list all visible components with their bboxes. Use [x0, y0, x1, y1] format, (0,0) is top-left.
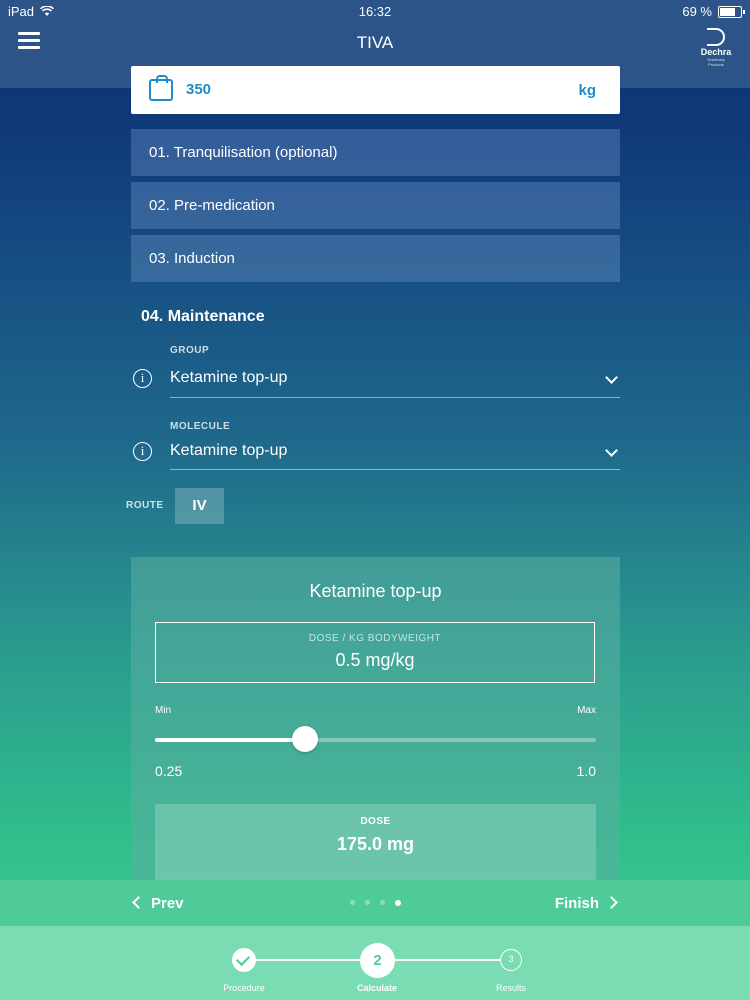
slider-min-label: Min — [155, 705, 172, 716]
battery-icon — [718, 5, 745, 18]
dose-card: Ketamine top-up DOSE / KG BODYWEIGHT 0.5… — [131, 557, 620, 880]
slider-thumb[interactable] — [291, 726, 318, 752]
stepper-line — [256, 959, 360, 961]
group-info-icon[interactable]: i — [133, 369, 152, 388]
slider-max-value: 1.0 — [576, 763, 596, 779]
chevron-left-icon — [132, 896, 145, 909]
finish-button[interactable]: Finish — [554, 895, 618, 912]
weight-unit: kg — [578, 82, 596, 99]
route-label: ROUTE — [126, 500, 164, 511]
dose-per-kg-field[interactable]: DOSE / KG BODYWEIGHT 0.5 mg/kg — [155, 622, 595, 683]
weight-value[interactable]: 350 — [186, 81, 211, 98]
logo-text: Dechra — [700, 47, 732, 57]
dose-slider[interactable] — [155, 726, 596, 752]
status-time: 16:32 — [358, 4, 392, 19]
molecule-info-icon[interactable]: i — [133, 442, 152, 461]
progress-stepper: 2 3 Procedure Calculate Results — [0, 926, 750, 1000]
step-procedure-label: Procedure — [223, 983, 265, 993]
step-calculate-circle[interactable]: 2 — [360, 943, 395, 978]
stepper-line — [395, 959, 500, 961]
page-indicator — [350, 900, 401, 906]
prev-button[interactable]: Prev — [132, 895, 184, 912]
check-icon — [235, 951, 251, 967]
step-label: 03. Induction — [149, 250, 235, 267]
card-title: Ketamine top-up — [309, 581, 442, 601]
step-induction[interactable]: 03. Induction — [131, 235, 620, 282]
slider-max-label: Max — [577, 705, 596, 716]
page-dot — [395, 900, 401, 906]
page-title: TIVA — [356, 33, 394, 52]
scale-icon — [149, 75, 173, 101]
section-title-maintenance: 04. Maintenance — [141, 308, 265, 325]
prev-label: Prev — [151, 895, 184, 912]
group-select[interactable]: Ketamine top-up — [170, 364, 620, 398]
dechra-logo[interactable]: Dechra Veterinary Products — [700, 28, 732, 67]
dose-result: DOSE 175.0 mg — [155, 804, 596, 880]
page-dot — [350, 900, 355, 905]
molecule-select[interactable]: Ketamine top-up — [170, 437, 620, 470]
step-pre-medication[interactable]: 02. Pre-medication — [131, 182, 620, 229]
step-label: 01. Tranquilisation (optional) — [149, 144, 338, 161]
page-dot — [380, 900, 385, 905]
step-calculate-label: Calculate — [356, 983, 398, 993]
logo-mark-icon — [707, 28, 725, 46]
nav-bar: Prev Finish — [0, 880, 750, 926]
weight-field[interactable]: 350 kg — [131, 66, 620, 114]
dose-result-value: 175.0 mg — [336, 834, 415, 854]
logo-subtext: Veterinary Products — [706, 57, 725, 67]
step-results-circle[interactable]: 3 — [500, 949, 522, 971]
route-iv-button[interactable]: IV — [175, 488, 224, 524]
step-procedure-circle[interactable] — [232, 948, 256, 972]
chevron-right-icon — [605, 896, 618, 909]
group-value: Ketamine top-up — [170, 369, 288, 386]
page-dot — [365, 900, 370, 905]
dose-result-label: DOSE — [360, 816, 391, 827]
step-label: 02. Pre-medication — [149, 197, 275, 214]
slider-fill — [155, 738, 305, 742]
dose-per-kg-value[interactable]: 0.5 mg/kg — [156, 650, 594, 671]
molecule-value: Ketamine top-up — [170, 442, 288, 459]
finish-label: Finish — [554, 895, 599, 912]
step-tranquilisation[interactable]: 01. Tranquilisation (optional) — [131, 129, 620, 176]
step-results-label: Results — [495, 983, 526, 993]
status-bar: iPad 16:32 69 % — [0, 0, 750, 24]
dose-per-kg-label: DOSE / KG BODYWEIGHT — [308, 633, 442, 644]
group-label: GROUP — [170, 345, 210, 356]
slider-min-value: 0.25 — [155, 763, 183, 779]
chevron-down-icon — [605, 444, 618, 457]
molecule-label: MOLECULE — [170, 421, 231, 432]
chevron-down-icon — [605, 371, 618, 384]
battery-percent: 69 % — [682, 4, 712, 19]
